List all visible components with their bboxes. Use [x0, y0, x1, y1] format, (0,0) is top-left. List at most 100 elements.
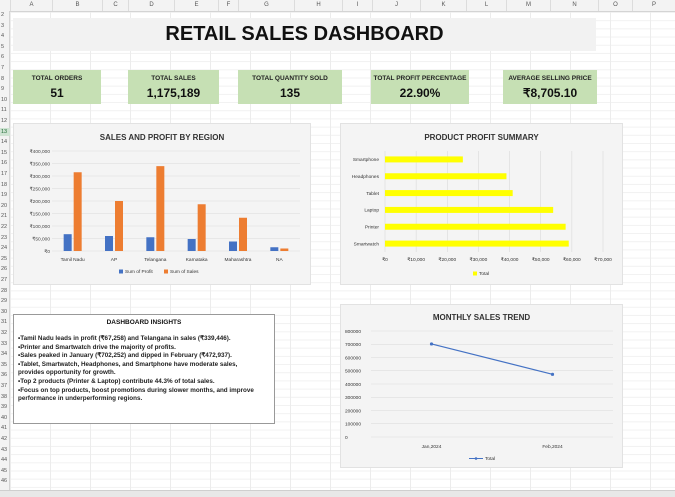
row-header[interactable]: 45: [0, 467, 10, 475]
row-header[interactable]: 34: [0, 350, 10, 358]
row-header[interactable]: 10: [0, 96, 10, 104]
bar-profit: [105, 236, 113, 251]
row-header[interactable]: 31: [0, 318, 10, 326]
bar-product: [385, 173, 507, 180]
y-tick-label: Smartwatch: [354, 241, 380, 247]
column-header[interactable]: C: [102, 0, 128, 11]
row-header[interactable]: 6: [0, 53, 10, 61]
y-tick-label: Printer: [365, 225, 380, 231]
column-header[interactable]: N: [550, 0, 598, 11]
column-header[interactable]: A: [10, 0, 52, 11]
row-header[interactable]: 33: [0, 340, 10, 348]
row-header[interactable]: 30: [0, 308, 10, 316]
column-header[interactable]: H: [294, 0, 342, 11]
row-header[interactable]: 40: [0, 414, 10, 422]
region-chart-panel[interactable]: SALES AND PROFIT BY REGION ₹0 ₹50,000 ₹100…: [13, 123, 311, 285]
row-header[interactable]: 9: [0, 85, 10, 93]
row-header[interactable]: 44: [0, 456, 10, 464]
row-header[interactable]: 20: [0, 202, 10, 210]
x-tick-label: NA: [276, 257, 283, 263]
row-header[interactable]: 22: [0, 223, 10, 231]
row-header[interactable]: 4: [0, 32, 10, 40]
bar-sales: [280, 248, 289, 251]
insights-box[interactable]: DASHBOARD INSIGHTS •Tamil Nadu leads in …: [13, 314, 275, 424]
row-header[interactable]: 3: [0, 22, 10, 30]
trend-chart-panel[interactable]: MONTHLY SALES TREND 0 100000 200000 300000 4…: [340, 304, 623, 468]
y-tick-label: 700000: [345, 342, 361, 348]
bar-sales: [115, 201, 123, 251]
row-header[interactable]: 14: [0, 138, 10, 146]
row-header[interactable]: 41: [0, 424, 10, 432]
row-header[interactable]: 35: [0, 361, 10, 369]
row-header[interactable]: 29: [0, 297, 10, 305]
row-header[interactable]: 21: [0, 212, 10, 220]
row-header[interactable]: 28: [0, 287, 10, 295]
column-header[interactable]: G: [238, 0, 294, 11]
y-tick-label: ₹50,000: [32, 236, 50, 242]
column-header[interactable]: D: [128, 0, 174, 11]
row-header[interactable]: 15: [0, 149, 10, 157]
column-header[interactable]: K: [420, 0, 466, 11]
row-header[interactable]: 2: [0, 11, 10, 19]
legend-label: Sum of Profit: [125, 269, 153, 275]
column-header[interactable]: B: [52, 0, 102, 11]
row-header[interactable]: 43: [0, 446, 10, 454]
y-tick-label: Smartphone: [353, 157, 379, 163]
kpi-card-total-orders: TOTAL ORDERS 51: [13, 70, 101, 104]
row-header[interactable]: 39: [0, 403, 10, 411]
insights-list: •Tamil Nadu leads in profit (₹67,258) an…: [14, 335, 274, 404]
row-header[interactable]: 19: [0, 191, 10, 199]
row-header[interactable]: 25: [0, 255, 10, 263]
row-header[interactable]: 46: [0, 477, 10, 485]
legend-swatch-profit: [119, 269, 123, 274]
row-header[interactable]: 38: [0, 393, 10, 401]
column-header[interactable]: L: [466, 0, 506, 11]
insight-line: provides opportunity for growth.: [18, 369, 116, 377]
row-header[interactable]: 26: [0, 265, 10, 273]
insight-line: performance in underperforming regions.: [18, 395, 143, 403]
column-header[interactable]: J: [372, 0, 420, 11]
row-header[interactable]: 16: [0, 159, 10, 167]
x-tick-label: ₹30,000: [470, 257, 488, 263]
bar-sales: [73, 172, 82, 251]
row-header-bar: 2 3 4 5 6 7 8 9 10 11 12 13 14 15 16 17 18 19 20 21 22 23 24 25…: [0, 11, 10, 496]
row-header[interactable]: 24: [0, 244, 10, 252]
row-header[interactable]: 7: [0, 64, 10, 72]
y-tick-label: 600000: [345, 355, 361, 361]
y-tick-label: ₹400,000: [30, 149, 51, 155]
row-header[interactable]: 17: [0, 170, 10, 178]
dashboard-title: RETAIL SALES DASHBOARD: [165, 23, 444, 45]
legend-swatch-sales: [164, 269, 168, 274]
row-header[interactable]: 12: [0, 117, 10, 125]
kpi-label: TOTAL SALES: [151, 75, 196, 82]
bar-profit: [229, 241, 237, 251]
column-header[interactable]: E: [174, 0, 218, 11]
row-header[interactable]: 18: [0, 181, 10, 189]
row-header[interactable]: 11: [0, 106, 10, 114]
y-tick-label: Laptop: [364, 208, 379, 214]
insight-line: •Tamil Nadu leads in profit (₹67,258) an…: [18, 335, 231, 342]
row-header[interactable]: 8: [0, 75, 10, 83]
row-header[interactable]: 32: [0, 329, 10, 337]
column-header[interactable]: M: [506, 0, 550, 11]
row-header[interactable]: 27: [0, 276, 10, 284]
row-header[interactable]: 37: [0, 382, 10, 390]
x-tick-label: Feb,2024: [542, 444, 563, 450]
column-header[interactable]: I: [342, 0, 372, 11]
row-header[interactable]: 5: [0, 43, 10, 51]
row-header[interactable]: 23: [0, 234, 10, 242]
column-header[interactable]: F: [218, 0, 238, 11]
column-header[interactable]: O: [598, 0, 632, 11]
y-tick-label: 0: [345, 435, 348, 441]
kpi-label: TOTAL QUANTITY SOLD: [252, 75, 328, 82]
row-header[interactable]: 42: [0, 435, 10, 443]
x-tick-label: Jan,2024: [422, 444, 442, 450]
product-chart-panel[interactable]: PRODUCT PROFIT SUMMARY ₹0 ₹10,000 ₹20,000 ₹…: [340, 123, 623, 285]
kpi-value: 135: [279, 86, 301, 100]
bar-product: [385, 156, 463, 163]
bar-profit: [270, 247, 279, 251]
row-header[interactable]: 36: [0, 371, 10, 379]
column-header[interactable]: P: [632, 0, 675, 11]
trend-chart: 0 100000 200000 300000 400000 500000 600000 700…: [345, 329, 613, 462]
row-header[interactable]: 13: [0, 127, 10, 136]
